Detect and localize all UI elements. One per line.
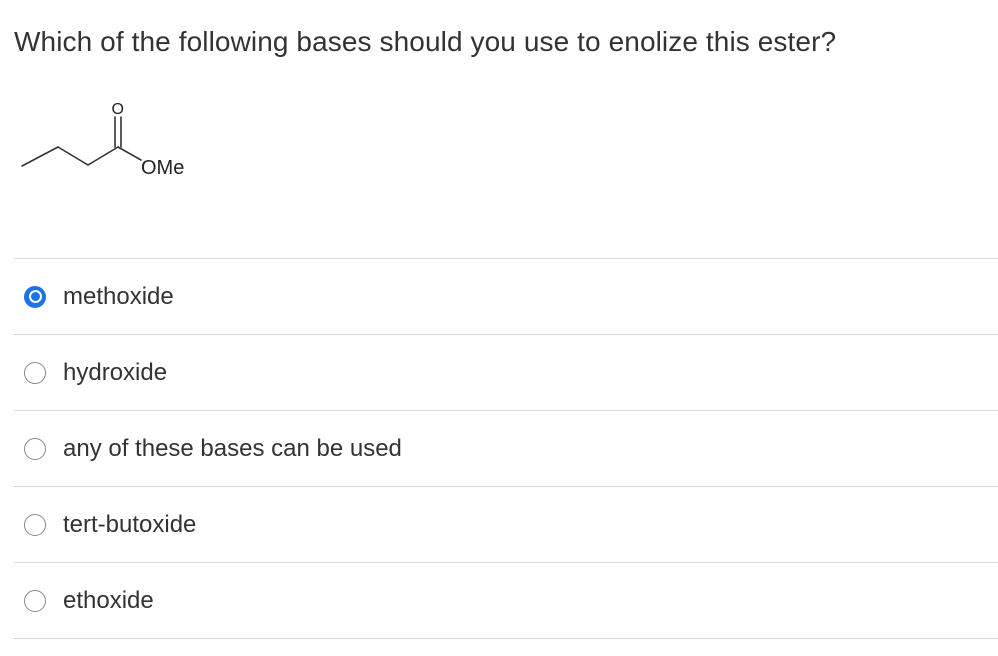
carbonyl-oxygen-label: O — [112, 101, 124, 118]
option-tert-butoxide[interactable]: tert-butoxide — [14, 487, 998, 563]
option-label: ethoxide — [63, 586, 154, 614]
ester-structure-diagram: O OMe — [21, 101, 184, 179]
bond-c-o-single — [117, 146, 142, 161]
option-label: tert-butoxide — [63, 510, 197, 538]
bond-c1-c2 — [21, 146, 59, 167]
radio-button[interactable] — [24, 437, 46, 460]
option-ethoxide[interactable]: ethoxide — [14, 563, 998, 639]
question-text: Which of the following bases should you … — [14, 26, 837, 57]
option-label: any of these bases can be used — [63, 434, 402, 462]
option-label: hydroxide — [63, 358, 168, 386]
option-any-base[interactable]: any of these bases can be used — [14, 411, 998, 487]
radio-button-selected[interactable] — [24, 285, 46, 308]
bond-c2-c3 — [57, 146, 89, 166]
radio-button[interactable] — [24, 513, 46, 536]
option-label: methoxide — [63, 282, 174, 310]
radio-button[interactable] — [24, 361, 46, 384]
option-hydroxide[interactable]: hydroxide — [14, 335, 998, 411]
bond-c3-c4 — [87, 146, 119, 166]
ester-group-label: OMe — [141, 157, 184, 179]
option-methoxide[interactable]: methoxide — [14, 259, 998, 335]
radio-button[interactable] — [24, 589, 46, 612]
answer-options: methoxide hydroxide any of these bases c… — [14, 258, 998, 639]
